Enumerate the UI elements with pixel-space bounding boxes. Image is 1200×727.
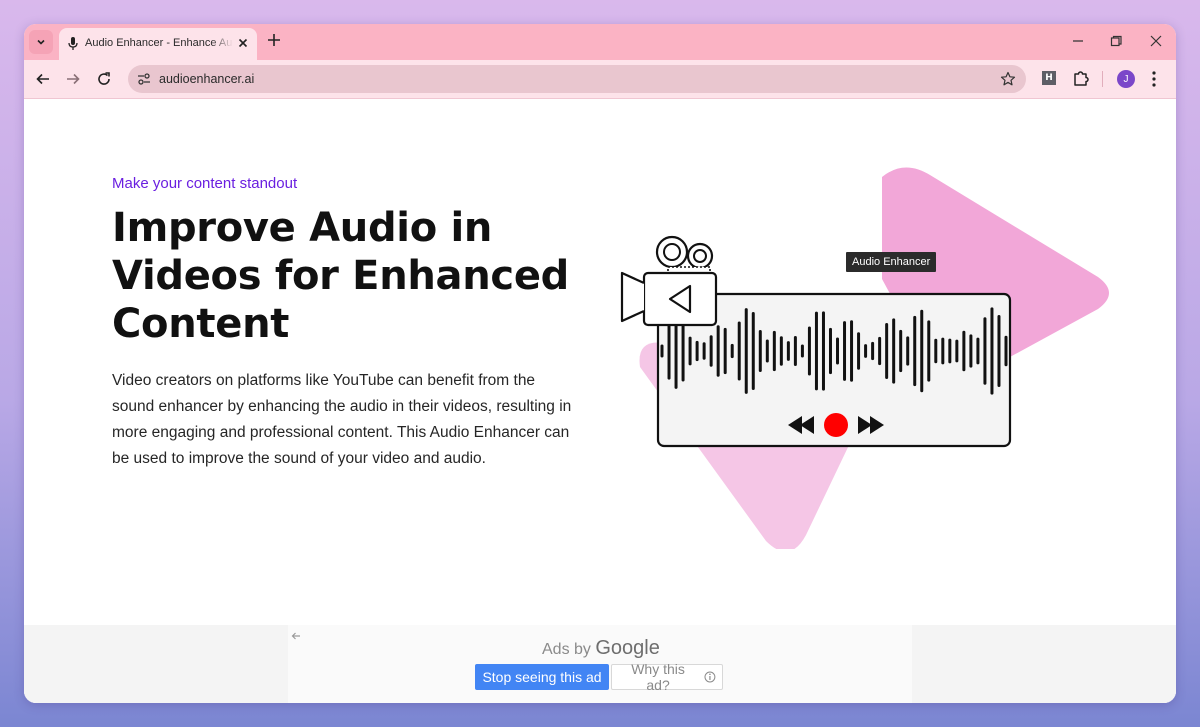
forward-icon[interactable]: [65, 71, 81, 87]
back-icon[interactable]: [35, 71, 51, 87]
plus-icon[interactable]: [267, 33, 281, 47]
why-this-ad-label: Why this ad?: [631, 661, 685, 693]
minimize-icon[interactable]: [1071, 34, 1085, 48]
page-title: Improve Audio in Videos for Enhanced Con…: [112, 205, 569, 347]
star-icon[interactable]: [1000, 71, 1016, 87]
ads-by-google: Ads by Google: [542, 637, 660, 660]
site-info-icon[interactable]: [136, 71, 152, 87]
mic-icon: [68, 37, 78, 50]
puzzle-icon[interactable]: [1072, 69, 1090, 87]
url-text[interactable]: audioenhancer.ai: [159, 72, 254, 86]
close-icon[interactable]: [237, 37, 249, 49]
tooltip: Audio Enhancer: [846, 252, 937, 272]
google-logo: Google: [595, 637, 660, 659]
record-button: [824, 413, 848, 437]
browser-window: Audio Enhancer - Enhance Audio audioenha…: [24, 24, 1176, 703]
extension-h-icon[interactable]: H: [1042, 71, 1056, 85]
info-icon: [704, 671, 716, 683]
camera-icon: [620, 235, 718, 327]
web-page: Make your content standout Improve Audio…: [24, 99, 1176, 703]
back-arrow-icon[interactable]: [290, 630, 302, 642]
stop-seeing-ad-button[interactable]: Stop seeing this ad: [475, 664, 609, 690]
reload-icon[interactable]: [96, 71, 112, 87]
avatar[interactable]: J: [1117, 70, 1135, 88]
address-bar[interactable]: audioenhancer.ai: [128, 65, 1026, 93]
chevron-down-icon: [37, 39, 45, 45]
hero-description: Video creators on platforms like YouTube…: [112, 372, 572, 467]
kebab-icon[interactable]: [1151, 70, 1157, 88]
ads-by-label: Ads by: [542, 641, 591, 658]
restore-icon[interactable]: [1109, 34, 1123, 48]
ad-bar: Ads by Google Stop seeing this ad Why th…: [24, 625, 1176, 703]
why-this-ad-button[interactable]: Why this ad?: [611, 661, 723, 693]
search-tabs-button[interactable]: [29, 30, 53, 54]
tab-title: Audio Enhancer - Enhance Audio: [85, 37, 233, 49]
hero-illustration: [620, 167, 1109, 549]
eyebrow-text: Make your content standout: [112, 175, 298, 192]
tab-strip: Audio Enhancer - Enhance Audio: [24, 24, 1176, 60]
toolbar: audioenhancer.ai H J: [24, 60, 1176, 99]
toolbar-separator: [1102, 71, 1103, 87]
close-window-icon[interactable]: [1149, 34, 1163, 48]
tab-audio-enhancer[interactable]: Audio Enhancer - Enhance Audio: [59, 28, 257, 60]
